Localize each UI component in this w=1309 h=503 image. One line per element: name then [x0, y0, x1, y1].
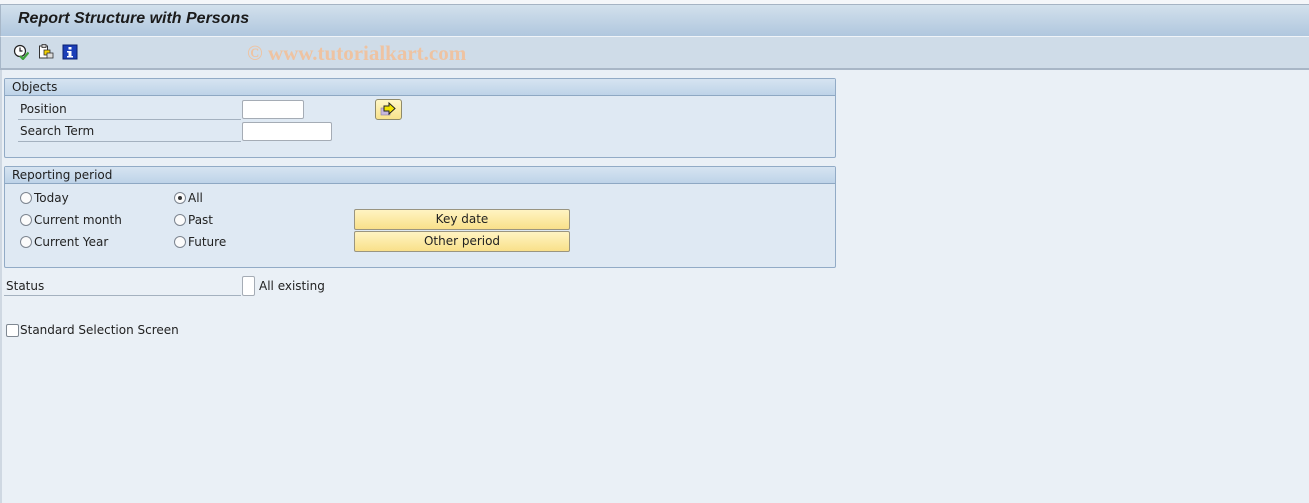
radio-today[interactable]: Today: [20, 191, 69, 205]
application-toolbar: © www.tutorialkart.com: [0, 36, 1309, 70]
multiple-selection-button[interactable]: [375, 99, 402, 120]
objects-group-title: Objects: [5, 79, 835, 96]
info-icon[interactable]: [62, 44, 78, 60]
radio-button-selected[interactable]: [174, 192, 186, 204]
execute-clock-icon[interactable]: [13, 44, 30, 61]
other-period-button[interactable]: Other period: [354, 231, 570, 252]
title-bar: Report Structure with Persons: [0, 5, 1309, 36]
status-description: All existing: [259, 279, 325, 293]
radio-button[interactable]: [20, 214, 32, 226]
radio-current-year[interactable]: Current Year: [20, 235, 108, 249]
radio-button[interactable]: [20, 192, 32, 204]
radio-label: Past: [188, 213, 214, 227]
radio-label: All: [188, 191, 203, 205]
radio-past[interactable]: Past: [174, 213, 213, 227]
position-input[interactable]: [242, 100, 304, 119]
radio-label: Today: [34, 191, 69, 205]
radio-all[interactable]: All: [174, 191, 203, 205]
copy-objects-icon[interactable]: [38, 44, 54, 60]
radio-label: Current month: [34, 213, 122, 227]
status-input[interactable]: [242, 276, 255, 296]
radio-button[interactable]: [174, 236, 186, 248]
radio-button[interactable]: [20, 236, 32, 248]
radio-button[interactable]: [174, 214, 186, 226]
radio-label: Current Year: [34, 235, 109, 249]
key-date-button[interactable]: Key date: [354, 209, 570, 230]
radio-current-month[interactable]: Current month: [20, 213, 122, 227]
standard-selection-checkbox[interactable]: [6, 324, 19, 337]
watermark-text: © www.tutorialkart.com: [247, 41, 467, 65]
status-label: Status: [4, 279, 241, 296]
page-title: Report Structure with Persons: [18, 10, 250, 27]
left-edge: [0, 70, 2, 503]
search-term-label: Search Term: [18, 124, 241, 142]
radio-label: Future: [188, 235, 227, 249]
arrow-right-icon: [380, 101, 396, 116]
search-term-input[interactable]: [242, 122, 332, 141]
standard-selection-label: Standard Selection Screen: [20, 323, 179, 337]
radio-future[interactable]: Future: [174, 235, 226, 249]
reporting-period-group-title: Reporting period: [5, 167, 835, 184]
position-label: Position: [18, 102, 241, 120]
